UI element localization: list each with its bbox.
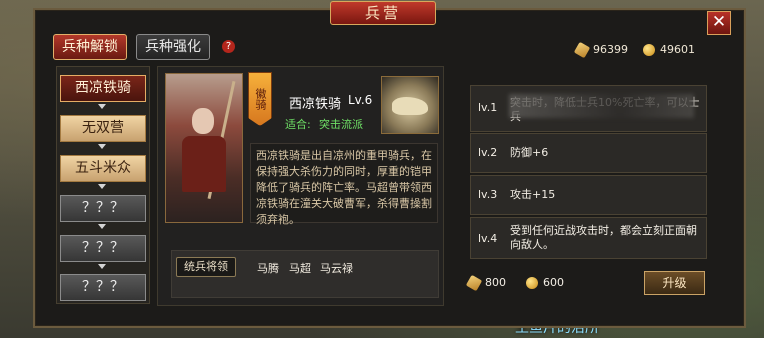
unit-description: 西凉铁骑是出自凉州的重甲骑兵，在保持强大杀伤力的同时，厚重的铠甲降低了骑兵的阵亡…	[250, 143, 438, 226]
suit-label: 适合:	[285, 118, 311, 131]
unit-item-locked[interactable]: ？？？	[60, 195, 146, 222]
horse-icon	[392, 97, 428, 115]
unit-name: 西凉铁骑	[289, 97, 342, 112]
level-row-3: lv.3 攻击+15	[470, 175, 707, 215]
unit-item-locked[interactable]: ？？？	[60, 274, 146, 301]
portrait-head	[192, 108, 214, 134]
unit-item-wushuang[interactable]: 无双营	[60, 115, 146, 142]
copper-value: 96399	[593, 43, 628, 56]
chevron-down-icon	[98, 184, 106, 189]
level-tag: lv.2	[478, 146, 498, 159]
gold-cost-value: 600	[543, 276, 564, 289]
gold-value: 49601	[660, 43, 695, 56]
level-text: 攻击+15	[510, 188, 556, 201]
chevron-down-icon	[98, 224, 106, 229]
upgrade-button[interactable]: 升级	[644, 271, 705, 295]
mount-image	[381, 76, 439, 134]
copper-cost-value: 800	[485, 276, 506, 289]
suit-value: 突击流派	[319, 118, 363, 131]
copper-resource: 96399	[573, 41, 628, 59]
chevron-down-icon	[98, 264, 106, 269]
level-row-1: lv.1 突击时，降低士兵10%死亡率，可以士兵	[470, 85, 707, 132]
level-row-4: lv.4 受到任何近战攻击时，都会立刻正面朝向敌人。	[470, 217, 707, 259]
level-tag: lv.3	[478, 188, 498, 201]
unit-item-locked[interactable]: ？？？	[60, 235, 146, 262]
gold-cost: 600	[526, 276, 564, 289]
gold-coin-icon	[526, 277, 538, 289]
close-icon: ✕	[711, 12, 727, 32]
unit-level: Lv.6	[348, 93, 373, 107]
level-tag: lv.1	[478, 101, 498, 114]
unit-list-panel: 西凉铁骑 无双营 五斗米众 ？？？ ？？？ ？？？	[56, 66, 150, 304]
general-name[interactable]: 马腾	[257, 260, 279, 276]
chevron-down-icon	[98, 144, 106, 149]
generals-label: 统兵将领	[176, 257, 236, 277]
general-name[interactable]: 马云禄	[320, 260, 353, 276]
window-title: 兵营	[330, 1, 436, 25]
copper-cost: 800	[465, 274, 506, 292]
unit-banner: 徽骑	[248, 72, 272, 126]
portrait-body	[182, 136, 226, 192]
level-tag: lv.4	[478, 232, 498, 245]
level-row-2: lv.2 防御+6	[470, 133, 707, 173]
unit-portrait	[165, 73, 243, 223]
gold-coin-icon	[643, 44, 655, 56]
close-button[interactable]: ✕	[707, 11, 731, 35]
copper-ingot-icon	[465, 274, 483, 292]
copper-ingot-icon	[573, 41, 591, 59]
tab-unit-unlock[interactable]: 兵种解锁	[53, 34, 127, 60]
help-icon[interactable]: ?	[222, 40, 235, 53]
unit-item-xiliang[interactable]: 西凉铁骑	[60, 75, 146, 102]
general-name[interactable]: 马超	[289, 260, 311, 276]
blurred-overlay	[509, 94, 694, 118]
level-text: 防御+6	[510, 146, 549, 159]
unit-item-wudoumi[interactable]: 五斗米众	[60, 155, 146, 182]
level-text: 受到任何近战攻击时，都会立刻正面朝向敌人。	[510, 224, 697, 251]
gold-resource: 49601	[643, 43, 695, 56]
chevron-down-icon	[98, 104, 106, 109]
tab-unit-enhance[interactable]: 兵种强化	[136, 34, 210, 60]
